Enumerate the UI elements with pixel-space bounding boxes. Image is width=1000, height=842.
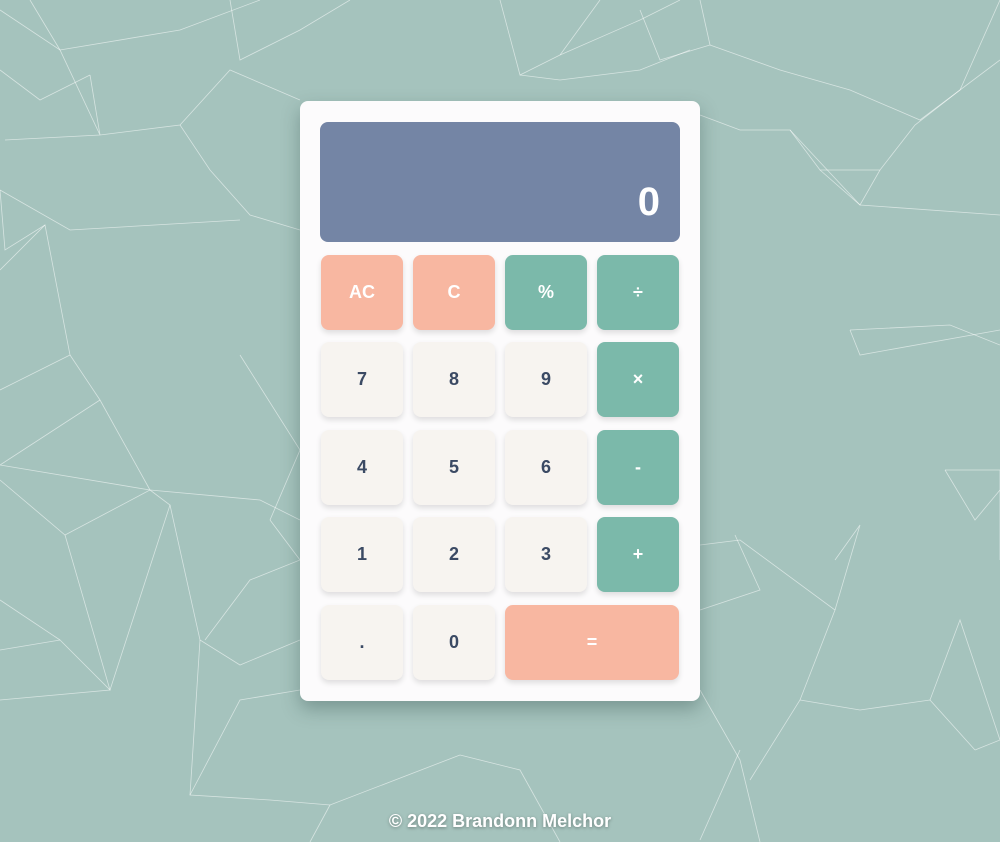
all-clear-button[interactable]: AC: [321, 255, 403, 330]
equals-button[interactable]: =: [505, 605, 679, 680]
clear-button[interactable]: C: [413, 255, 495, 330]
digit-5-button[interactable]: 5: [413, 430, 495, 505]
calculator-panel: 0 AC C % ÷ 7 8 9 × 4 5 6 - 1 2 3 + . 0 =: [300, 101, 700, 701]
digit-0-button[interactable]: 0: [413, 605, 495, 680]
digit-9-button[interactable]: 9: [505, 342, 587, 417]
digit-4-button[interactable]: 4: [321, 430, 403, 505]
add-button[interactable]: +: [597, 517, 679, 592]
percent-button[interactable]: %: [505, 255, 587, 330]
calculator-display: 0: [320, 122, 680, 242]
digit-8-button[interactable]: 8: [413, 342, 495, 417]
copyright-footer: © 2022 Brandonn Melchor: [388, 811, 612, 831]
divide-button[interactable]: ÷: [597, 255, 679, 330]
multiply-button[interactable]: ×: [597, 342, 679, 417]
decimal-point-button[interactable]: .: [321, 605, 403, 680]
digit-7-button[interactable]: 7: [321, 342, 403, 417]
digit-6-button[interactable]: 6: [505, 430, 587, 505]
digit-1-button[interactable]: 1: [321, 517, 403, 592]
digit-2-button[interactable]: 2: [413, 517, 495, 592]
digit-3-button[interactable]: 3: [505, 517, 587, 592]
subtract-button[interactable]: -: [597, 430, 679, 505]
